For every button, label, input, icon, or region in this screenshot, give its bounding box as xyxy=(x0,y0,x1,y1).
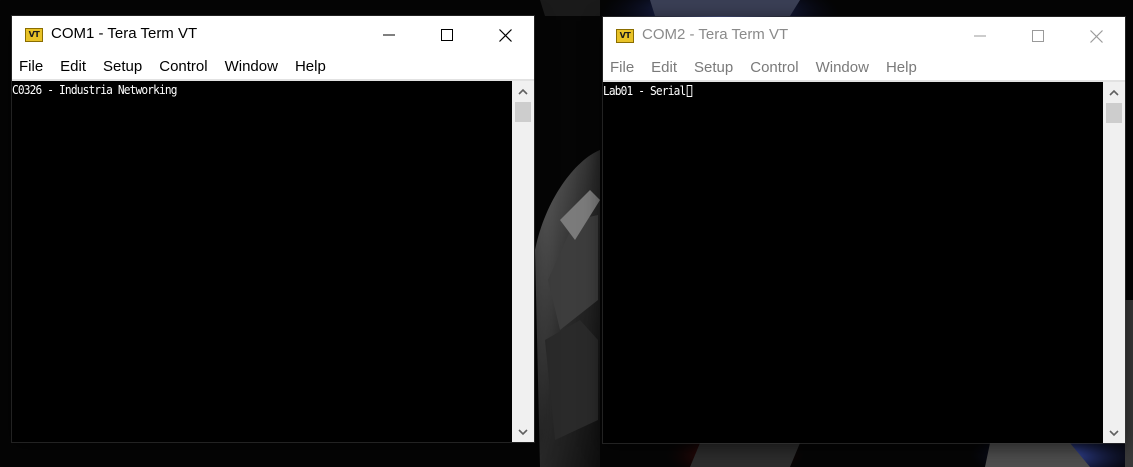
menu-help[interactable]: Help xyxy=(886,59,917,76)
menu-setup[interactable]: Setup xyxy=(103,58,142,75)
close-button[interactable] xyxy=(1067,17,1125,55)
title-bar[interactable]: VT COM1 - Tera Term VT xyxy=(12,16,534,54)
menu-setup[interactable]: Setup xyxy=(694,59,733,76)
menu-window[interactable]: Window xyxy=(225,58,278,75)
scroll-down-arrow-icon xyxy=(1109,429,1119,436)
scroll-up-button[interactable] xyxy=(1103,82,1125,102)
scroll-up-button[interactable] xyxy=(512,81,534,101)
menu-file[interactable]: File xyxy=(19,58,43,75)
menu-window[interactable]: Window xyxy=(816,59,869,76)
maximize-icon xyxy=(1032,30,1044,42)
scrollbar-thumb[interactable] xyxy=(515,102,531,122)
scroll-down-arrow-icon xyxy=(518,428,528,435)
terminal-area[interactable]: Lab01 - Serial xyxy=(603,82,1103,443)
maximize-button[interactable] xyxy=(1009,17,1067,55)
menu-edit[interactable]: Edit xyxy=(60,58,86,75)
title-bar[interactable]: VT COM2 - Tera Term VT xyxy=(603,17,1125,55)
minimize-button[interactable] xyxy=(360,16,418,54)
menu-control[interactable]: Control xyxy=(159,58,207,75)
menu-control[interactable]: Control xyxy=(750,59,798,76)
minimize-button[interactable] xyxy=(951,17,1009,55)
tera-term-vt-icon[interactable]: VT xyxy=(616,29,634,43)
com1-tera-term-window[interactable]: VT COM1 - Tera Term VT File Edit Setup C… xyxy=(12,16,534,442)
scroll-up-arrow-icon xyxy=(1109,89,1119,96)
menu-edit[interactable]: Edit xyxy=(651,59,677,76)
window-title: COM1 - Tera Term VT xyxy=(51,25,198,42)
maximize-icon xyxy=(441,29,453,41)
terminal-line: C0326 - Industria Networking xyxy=(12,83,178,97)
close-icon xyxy=(498,28,512,42)
menu-bar: File Edit Setup Control Window Help xyxy=(603,55,1125,82)
scroll-up-arrow-icon xyxy=(518,88,528,95)
scroll-down-button[interactable] xyxy=(512,422,534,442)
tera-term-vt-icon[interactable]: VT xyxy=(25,28,43,42)
terminal-text: Lab01 - Serial xyxy=(603,84,686,98)
com2-tera-term-window[interactable]: VT COM2 - Tera Term VT File Edit Setup C… xyxy=(603,17,1125,443)
minimize-icon xyxy=(974,35,986,37)
vertical-scrollbar[interactable] xyxy=(1103,82,1125,443)
vertical-scrollbar[interactable] xyxy=(512,81,534,442)
maximize-button[interactable] xyxy=(418,16,476,54)
close-icon xyxy=(1089,29,1103,43)
scroll-down-button[interactable] xyxy=(1103,423,1125,443)
window-title: COM2 - Tera Term VT xyxy=(642,26,789,43)
terminal-area[interactable]: C0326 - Industria Networking xyxy=(12,81,512,442)
menu-bar: File Edit Setup Control Window Help xyxy=(12,54,534,81)
menu-file[interactable]: File xyxy=(610,59,634,76)
terminal-line: Lab01 - Serial xyxy=(603,84,692,98)
close-button[interactable] xyxy=(476,16,534,54)
menu-help[interactable]: Help xyxy=(295,58,326,75)
scrollbar-thumb[interactable] xyxy=(1106,103,1122,123)
terminal-cursor xyxy=(686,85,692,97)
minimize-icon xyxy=(383,34,395,36)
